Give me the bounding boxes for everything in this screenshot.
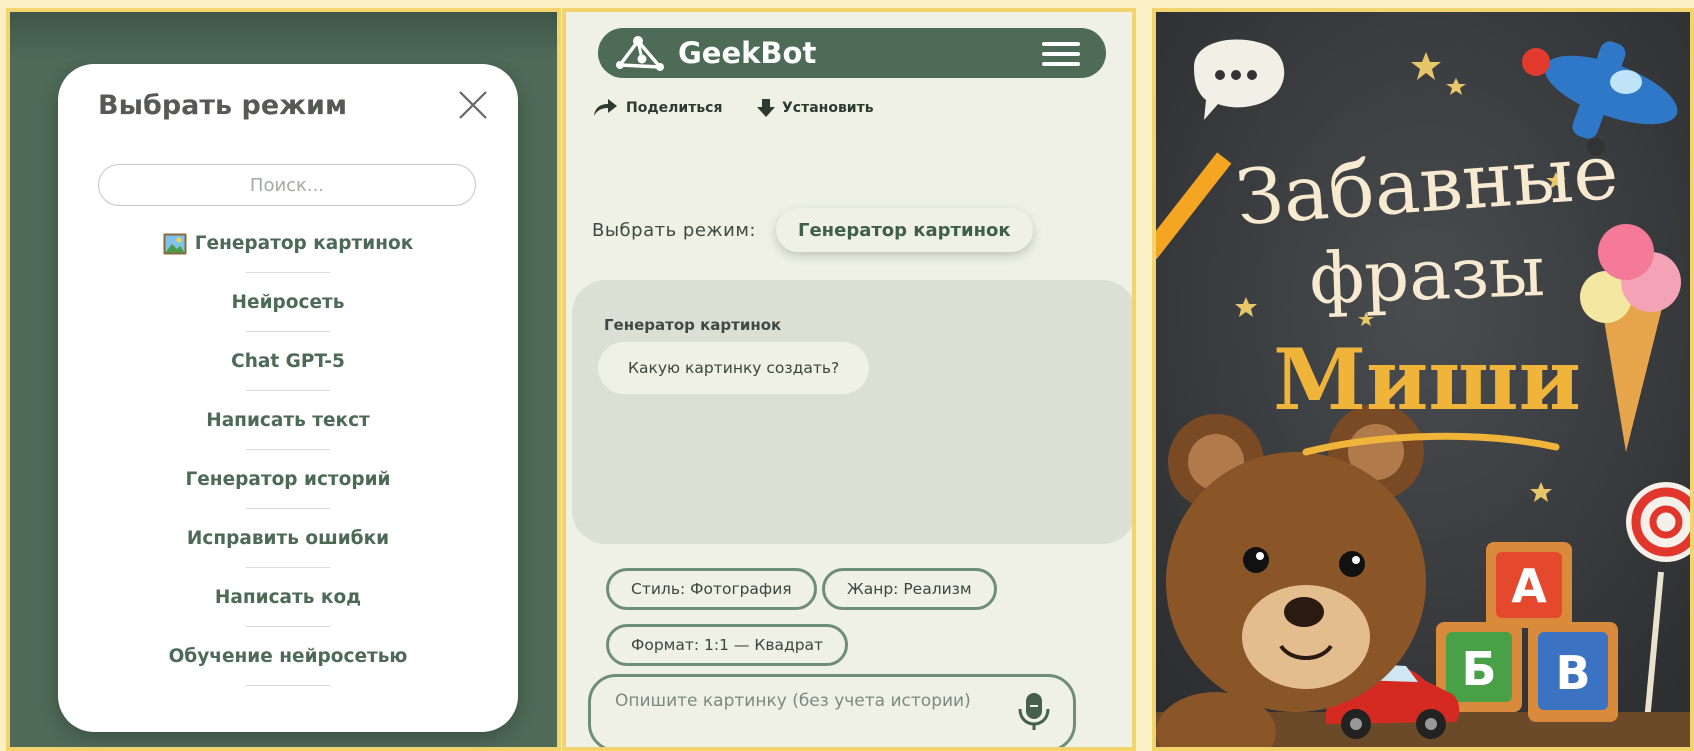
mode-item-label: Генератор картинок [194, 233, 414, 254]
chat-screen: GeekBot Поделиться Установить Выбрать ре… [562, 8, 1136, 751]
menu-icon[interactable] [1042, 42, 1080, 66]
share-label: Поделиться [626, 100, 723, 116]
app-header: GeekBot [598, 28, 1106, 78]
style-option-button[interactable]: Стиль: Фотография [606, 568, 817, 610]
mode-item-image-generator[interactable]: Генератор картинок [58, 214, 518, 273]
search-input[interactable] [98, 164, 476, 206]
background-header [10, 12, 557, 60]
bot-message: Какую картинку создать? [598, 342, 870, 394]
mode-label: Выбрать режим: [592, 219, 756, 241]
microphone-icon[interactable] [1015, 691, 1053, 733]
geekbot-logo-icon [616, 36, 664, 71]
chat-area: Генератор картинок Какую картинку создат… [572, 280, 1132, 544]
share-icon [594, 99, 617, 116]
mode-dropdown-button[interactable]: Генератор картинок [776, 208, 1033, 252]
mode-selector: Выбрать режим: Генератор картинок [592, 208, 1033, 252]
share-button[interactable]: Поделиться [592, 98, 722, 118]
mode-item-fix-errors[interactable]: Исправить ошибки [58, 509, 518, 568]
format-option-button[interactable]: Формат: 1:1 — Квадрат [606, 624, 849, 666]
prompt-input[interactable] [615, 691, 1005, 737]
mode-selection-screen: Выбрать режим Генератор картинок Нейросе… [6, 8, 561, 751]
block-letter-b: Б [1461, 642, 1496, 696]
mode-item-story-generator[interactable]: Генератор историй [58, 450, 518, 509]
close-icon[interactable] [456, 88, 490, 122]
mode-list: Генератор картинок Нейросеть Chat GPT-5 … [58, 214, 518, 686]
mode-item-chat-gpt[interactable]: Chat GPT-5 [58, 332, 518, 391]
modal-title: Выбрать режим [98, 90, 348, 121]
genre-option-button[interactable]: Жанр: Реализм [822, 568, 997, 610]
prompt-input-container [588, 674, 1076, 747]
book-cover-image: А Б В Забавные фразы Миши [1152, 8, 1694, 751]
block-letter-a: А [1511, 559, 1547, 613]
mode-item-write-code[interactable]: Написать код [58, 568, 518, 627]
app-brand: GeekBot [678, 36, 817, 70]
install-label: Установить [782, 100, 874, 116]
mode-modal: Выбрать режим Генератор картинок Нейросе… [58, 64, 518, 732]
picture-icon [163, 233, 187, 255]
bot-name: Генератор картинок [604, 316, 782, 334]
install-button[interactable]: Установить [756, 98, 874, 118]
download-icon [757, 99, 775, 117]
block-letter-v: В [1555, 646, 1590, 700]
mode-item-ai-learning[interactable]: Обучение нейросетью [58, 627, 518, 686]
mode-item-write-text[interactable]: Написать текст [58, 391, 518, 450]
mode-item-neural-network[interactable]: Нейросеть [58, 273, 518, 332]
cover-title-line-3: Миши [1273, 330, 1581, 429]
